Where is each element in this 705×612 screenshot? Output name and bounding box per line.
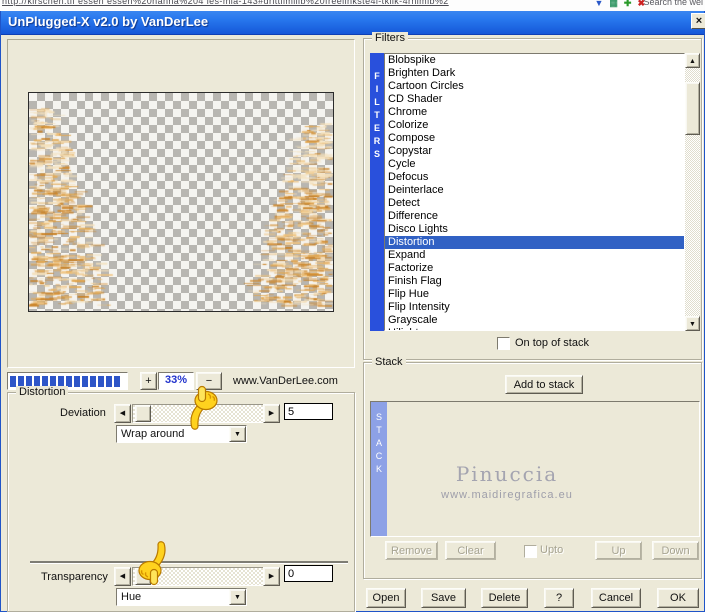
delete-button[interactable]: Delete: [481, 588, 528, 608]
filter-item-detect[interactable]: Detect: [385, 197, 684, 210]
filter-item-copystar[interactable]: Copystar: [385, 145, 684, 158]
distortion-group-label: Distortion: [16, 386, 69, 398]
deviation-left-arrow[interactable]: ◀: [114, 404, 131, 423]
filter-item-factorize[interactable]: Factorize: [385, 262, 684, 275]
down-button[interactable]: Down: [652, 541, 699, 560]
upto-label: Upto: [540, 544, 564, 556]
filter-item-distortion[interactable]: Distortion: [385, 236, 684, 249]
blend-mode-combobox[interactable]: Hue ▼: [116, 588, 247, 606]
filter-item-cd-shader[interactable]: CD Shader: [385, 93, 684, 106]
filter-item-flip-hue[interactable]: Flip Hue: [385, 288, 684, 301]
filter-item-finish-flag[interactable]: Finish Flag: [385, 275, 684, 288]
transparency-label: Transparency: [41, 571, 108, 583]
filter-item-disco-lights[interactable]: Disco Lights: [385, 223, 684, 236]
clear-button[interactable]: Clear: [445, 541, 496, 560]
stack-list-area: STACK Pinuccia www.maidiregrafica.eu: [370, 401, 700, 537]
scroll-up-button[interactable]: ▲: [685, 53, 700, 68]
filter-item-blobspike[interactable]: Blobspike: [385, 54, 684, 67]
browser-address-text: http://kirschen.tif essen essen%20nanna%…: [2, 0, 449, 6]
pointer-hand-down-icon: [138, 541, 166, 586]
cancel-button[interactable]: Cancel: [591, 588, 641, 608]
edge-mode-value: Wrap around: [121, 428, 185, 440]
save-button[interactable]: Save: [421, 588, 466, 608]
filter-item-brighten-dark[interactable]: Brighten Dark: [385, 67, 684, 80]
deviation-right-arrow[interactable]: ▶: [263, 404, 280, 423]
scrollbar-thumb[interactable]: [685, 82, 700, 135]
filters-group: Filters FILTERS Blobspike Brighten Dark Ca…: [363, 32, 702, 360]
filter-item-colorize[interactable]: Colorize: [385, 119, 684, 132]
filter-item-chrome[interactable]: Chrome: [385, 106, 684, 119]
gallery-icon[interactable]: ▦: [609, 0, 618, 9]
filter-item-defocus[interactable]: Defocus: [385, 171, 684, 184]
filter-item-hilight[interactable]: Hilight: [385, 327, 684, 330]
edge-mode-combobox[interactable]: Wrap around ▼: [116, 425, 247, 443]
screen: http://kirschen.tif essen essen%20nanna%…: [0, 0, 705, 612]
blend-mode-value: Hue: [121, 591, 142, 603]
filters-vertical-banner: FILTERS: [370, 53, 384, 331]
ok-button[interactable]: OK: [657, 588, 699, 608]
filter-item-compose[interactable]: Compose: [385, 132, 684, 145]
on-top-of-stack-label: On top of stack: [515, 337, 589, 349]
remove-button[interactable]: Remove: [385, 541, 438, 560]
upto-checkbox[interactable]: [524, 545, 537, 558]
down-arrow-icon[interactable]: ▼: [594, 0, 603, 9]
stack-group: Stack Add to stack STACK Pinuccia www.ma…: [363, 356, 702, 579]
scroll-down-button[interactable]: ▼: [685, 316, 700, 331]
filter-item-cycle[interactable]: Cycle: [385, 158, 684, 171]
filter-item-difference[interactable]: Difference: [385, 210, 684, 223]
stack-group-label: Stack: [372, 356, 406, 368]
help-button[interactable]: ?: [544, 588, 574, 608]
filter-item-cartoon-circles[interactable]: Cartoon Circles: [385, 80, 684, 93]
preview-image[interactable]: [28, 92, 334, 312]
add-to-stack-button[interactable]: Add to stack: [505, 375, 583, 394]
distortion-group: Distortion Deviation ◀ ▶ Wrap around ▼ T…: [7, 386, 355, 612]
blend-mode-dropdown-button[interactable]: ▼: [229, 589, 246, 605]
filter-item-grayscale[interactable]: Grayscale: [385, 314, 684, 327]
up-button[interactable]: Up: [595, 541, 642, 560]
dialog-title: UnPlugged-X v2.0 by VanDerLee: [8, 14, 209, 29]
transparency-right-arrow[interactable]: ▶: [263, 567, 280, 586]
add-icon[interactable]: ✚: [624, 0, 632, 9]
preview-canvas: [29, 93, 333, 311]
close-button[interactable]: ×: [691, 13, 705, 29]
vendor-website-label: www.VanDerLee.com: [233, 375, 338, 387]
deviation-value-input[interactable]: [284, 403, 333, 420]
edge-mode-dropdown-button[interactable]: ▼: [229, 426, 246, 442]
deviation-slider-thumb[interactable]: [135, 405, 151, 422]
filters-group-label: Filters: [372, 32, 408, 44]
browser-toolbar-icons: ▼ ▦ ✚ ✖: [594, 0, 645, 9]
preview-panel: [7, 39, 355, 368]
dialog-titlebar[interactable]: UnPlugged-X v2.0 by VanDerLee ×: [1, 11, 705, 35]
watermark: Pinuccia www.maidiregrafica.eu: [371, 462, 643, 501]
transparency-value-input[interactable]: [284, 565, 333, 582]
watermark-site: www.maidiregrafica.eu: [441, 489, 573, 501]
filters-scrollbar[interactable]: ▲ ▼: [685, 53, 700, 331]
section-divider: [30, 561, 348, 564]
zoom-in-button[interactable]: +: [140, 372, 157, 390]
watermark-name: Pinuccia: [455, 462, 559, 486]
on-top-of-stack-checkbox[interactable]: [497, 337, 510, 350]
open-button[interactable]: Open: [366, 588, 406, 608]
transparency-left-arrow[interactable]: ◀: [114, 567, 131, 586]
search-the-web-label[interactable]: Search the wel: [643, 0, 703, 7]
filter-item-flip-intensity[interactable]: Flip Intensity: [385, 301, 684, 314]
filters-list: Blobspike Brighten Dark Cartoon Circles CD …: [384, 53, 685, 331]
filter-item-deinterlace[interactable]: Deinterlace: [385, 184, 684, 197]
filter-item-expand[interactable]: Expand: [385, 249, 684, 262]
deviation-label: Deviation: [60, 407, 106, 419]
pointer-hand-up-icon: [190, 385, 218, 430]
unplugged-x-dialog: UnPlugged-X v2.0 by VanDerLee × + 33% − …: [0, 11, 705, 612]
